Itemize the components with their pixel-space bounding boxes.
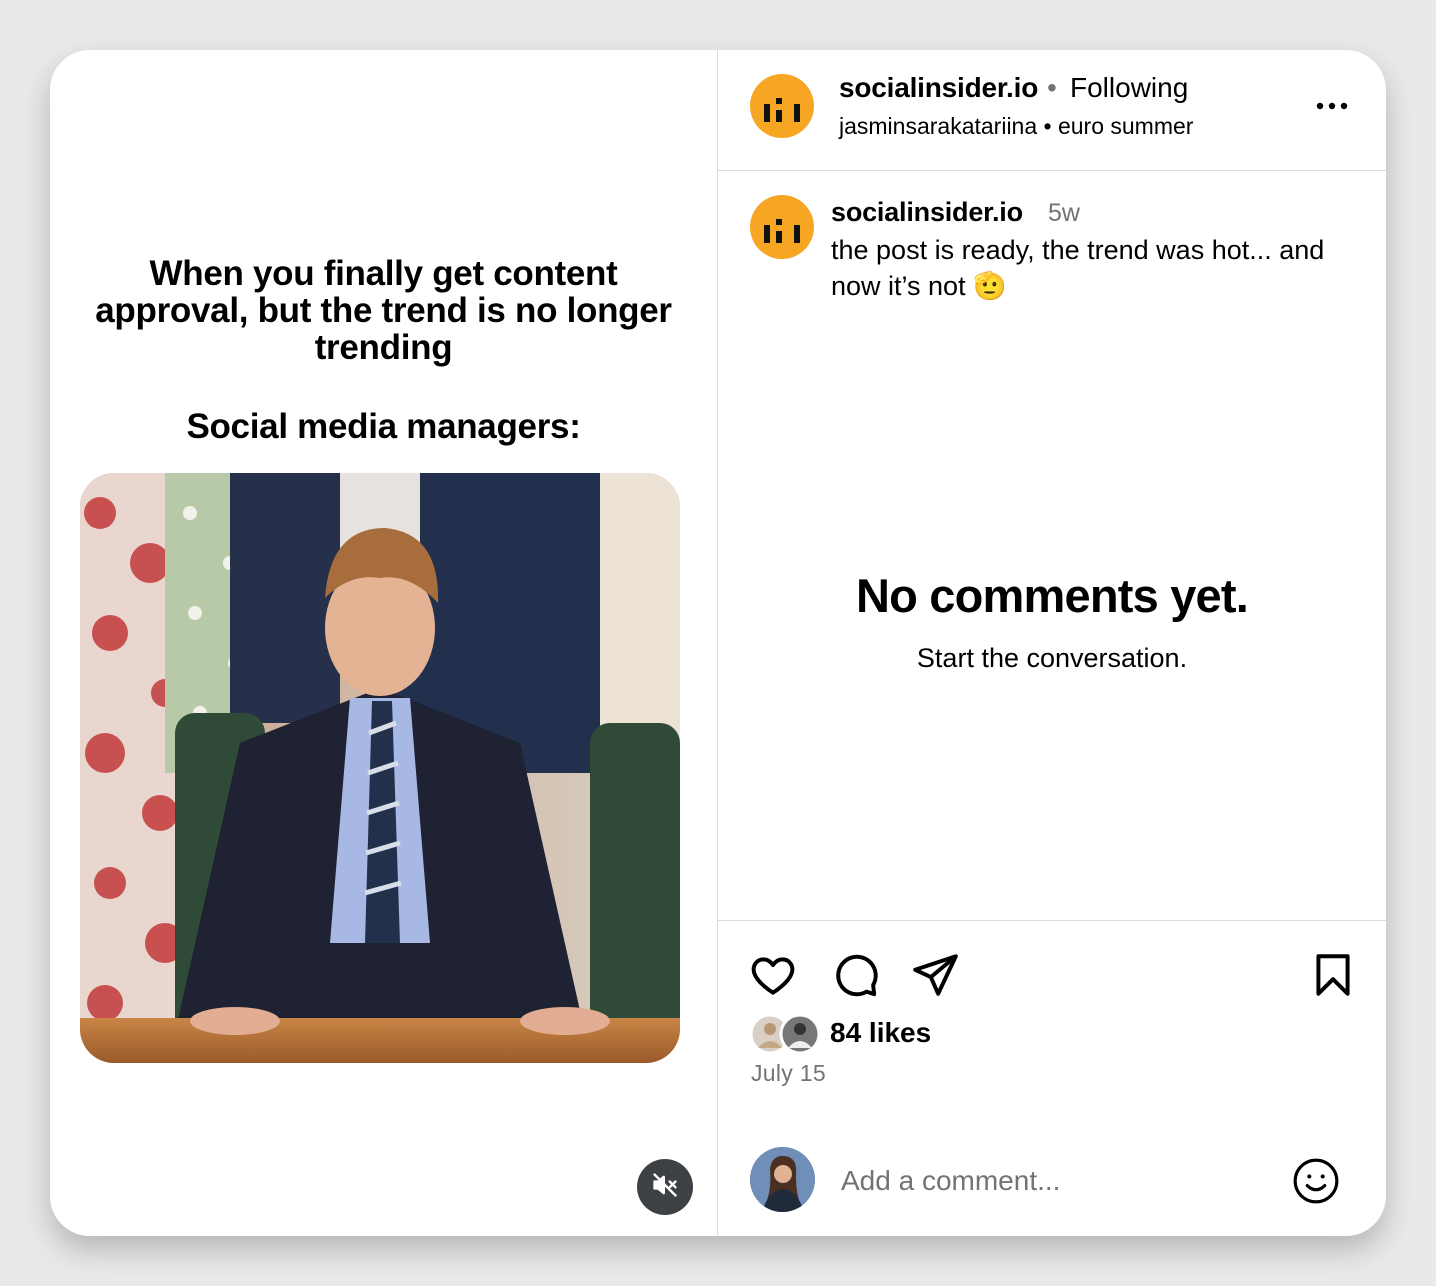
- comment-icon: [830, 954, 880, 1004]
- likes-count[interactable]: 84 likes: [830, 1017, 931, 1049]
- save-button[interactable]: [1308, 950, 1358, 1000]
- more-options-button[interactable]: [1312, 94, 1352, 118]
- comment-input[interactable]: [839, 1158, 1273, 1204]
- post-media[interactable]: When you finally get content approval, b…: [50, 50, 717, 1236]
- comment-button[interactable]: [830, 950, 880, 1000]
- meme-photo: [80, 473, 680, 1063]
- likers-avatars[interactable]: [749, 1012, 830, 1056]
- caption-text: the post is ready, the trend was hot... …: [831, 235, 1325, 301]
- caption-username[interactable]: socialinsider.io: [831, 197, 1023, 228]
- caption-avatar[interactable]: [750, 195, 814, 259]
- header-username[interactable]: socialinsider.io: [839, 72, 1038, 104]
- brand-avatar[interactable]: [750, 74, 814, 138]
- mute-toggle-button[interactable]: [637, 1159, 693, 1215]
- no-comments-subtitle: Start the conversation.: [916, 643, 1188, 673]
- meme-top-text: When you finally get content approval, b…: [95, 254, 672, 367]
- heart-icon: [748, 957, 798, 1004]
- header-subline[interactable]: jasminsarakatariina • euro summer: [839, 113, 1193, 140]
- post-modal: When you finally get content approval, b…: [50, 50, 1386, 1236]
- header-separator: •: [1047, 72, 1057, 103]
- share-button[interactable]: [910, 950, 960, 1000]
- bookmark-icon: [1308, 954, 1358, 1004]
- caption-time[interactable]: 5w: [1048, 199, 1080, 228]
- meme-sub-text: Social media managers:: [186, 407, 581, 446]
- more-icon: [1312, 102, 1352, 122]
- post-details: socialinsider.io • Following jasminsarak…: [718, 50, 1386, 1236]
- post-date[interactable]: July 15: [751, 1060, 826, 1087]
- following-button[interactable]: Following: [1070, 72, 1188, 104]
- emoji-picker-button[interactable]: [1291, 1156, 1341, 1206]
- current-user-avatar: [750, 1147, 815, 1212]
- mute-icon: [651, 1171, 679, 1204]
- emoji-icon: [1291, 1158, 1341, 1210]
- actions-divider: [718, 920, 1386, 921]
- no-comments-title: No comments yet.: [855, 569, 1249, 622]
- like-button[interactable]: [748, 950, 798, 1000]
- post-header: socialinsider.io • Following jasminsarak…: [718, 50, 1386, 171]
- share-icon: [910, 954, 960, 1004]
